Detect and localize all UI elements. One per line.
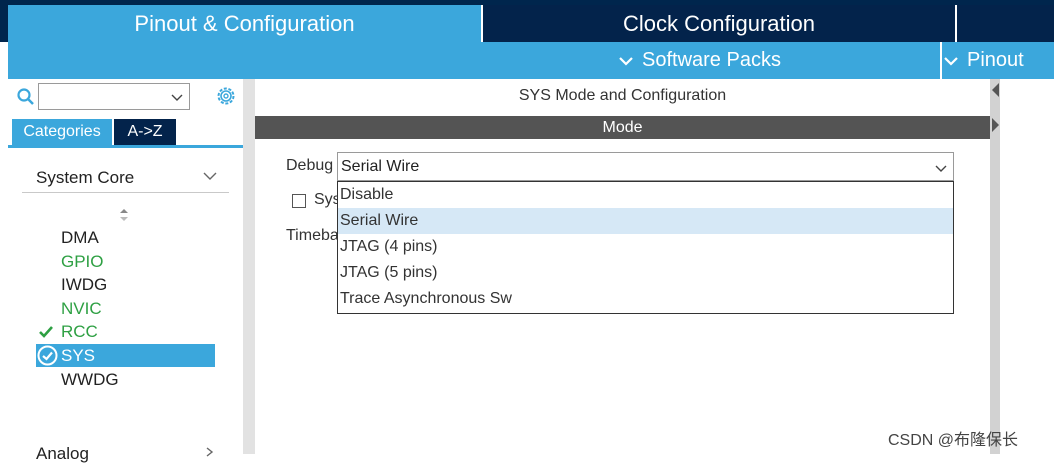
sys-checkbox[interactable] bbox=[292, 194, 306, 208]
list-item-iwdg[interactable]: IWDG bbox=[36, 273, 216, 296]
chevron-right-icon bbox=[206, 447, 214, 457]
chevron-down-icon bbox=[944, 56, 958, 66]
software-packs-menu[interactable]: Software Packs bbox=[618, 42, 781, 79]
category-tabs: Categories A->Z bbox=[8, 119, 243, 145]
list-item-rcc[interactable]: RCC bbox=[36, 320, 216, 343]
page-title: SYS Mode and Configuration bbox=[518, 87, 727, 104]
chevron-down-icon bbox=[171, 94, 183, 101]
group-system-core[interactable]: System Core bbox=[22, 163, 229, 193]
chevron-down-icon bbox=[935, 165, 947, 172]
tab-a-to-z[interactable]: A->Z bbox=[114, 119, 176, 145]
dropdown-option-jtag-4[interactable]: JTAG (4 pins) bbox=[338, 234, 953, 260]
sub-separator bbox=[940, 42, 942, 79]
dropdown-option-jtag-5[interactable]: JTAG (5 pins) bbox=[338, 260, 953, 286]
search-row bbox=[8, 79, 243, 115]
timebase-label: Timeba bbox=[286, 227, 339, 244]
dropdown-option-disable[interactable]: Disable bbox=[338, 182, 953, 208]
chevron-down-icon bbox=[203, 172, 217, 180]
tab-pinout-configuration[interactable]: Pinout & Configuration bbox=[8, 5, 481, 42]
list-item-label: NVIC bbox=[61, 298, 102, 318]
dropdown-option-trace-async[interactable]: Trace Asynchronous Sw bbox=[338, 286, 953, 312]
debug-select-value: Serial Wire bbox=[341, 158, 420, 175]
list-item-dma[interactable]: DMA bbox=[36, 226, 216, 249]
dropdown-option-serial-wire[interactable]: Serial Wire bbox=[338, 208, 953, 234]
tab-categories[interactable]: Categories bbox=[12, 119, 112, 145]
left-panel-scrollbar[interactable] bbox=[243, 79, 255, 454]
sort-icon[interactable] bbox=[118, 208, 130, 222]
list-item-sys[interactable]: SYS bbox=[36, 344, 215, 367]
left-panel: Categories A->Z System Core DMA GPIO IWD… bbox=[8, 79, 243, 463]
list-item-nvic[interactable]: NVIC bbox=[36, 297, 216, 320]
mode-section-header[interactable]: Mode bbox=[255, 116, 990, 139]
tab-extra[interactable] bbox=[957, 5, 1054, 42]
search-icon[interactable] bbox=[16, 87, 36, 107]
gear-icon[interactable] bbox=[215, 85, 237, 107]
debug-select[interactable]: Serial Wire bbox=[337, 152, 954, 181]
sub-menu-bar: Software Packs Pinout bbox=[8, 42, 1054, 79]
main-panel: SYS Mode and Configuration Mode Debug Se… bbox=[255, 79, 990, 454]
list-item-label: DMA bbox=[61, 227, 99, 247]
list-item-gpio[interactable]: GPIO bbox=[36, 250, 216, 273]
tab-clock-configuration[interactable]: Clock Configuration bbox=[483, 5, 955, 42]
pinout-menu[interactable]: Pinout bbox=[943, 42, 1024, 79]
list-item-label: WWDG bbox=[61, 369, 119, 389]
check-icon bbox=[39, 326, 53, 338]
collapse-arrow-icon[interactable] bbox=[990, 80, 1000, 140]
circle-check-icon bbox=[37, 345, 58, 366]
chevron-down-icon bbox=[619, 56, 633, 66]
list-item-wwdg[interactable]: WWDG bbox=[36, 368, 216, 391]
software-packs-label: Software Packs bbox=[642, 49, 781, 71]
group-analog-label[interactable]: Analog bbox=[36, 444, 89, 464]
group-label: System Core bbox=[36, 168, 135, 187]
pinout-label: Pinout bbox=[967, 49, 1024, 71]
list-item-label: RCC bbox=[61, 321, 98, 341]
debug-label: Debug bbox=[286, 157, 334, 174]
watermark: CSDN @布隆保长 bbox=[888, 432, 1019, 449]
tab-underline bbox=[8, 145, 243, 148]
debug-dropdown-list: Disable Serial Wire JTAG (4 pins) JTAG (… bbox=[337, 181, 954, 314]
list-item-label: GPIO bbox=[61, 251, 104, 271]
list-item-label: SYS bbox=[61, 345, 96, 365]
search-input[interactable] bbox=[38, 83, 190, 110]
list-item-label: IWDG bbox=[61, 274, 108, 294]
